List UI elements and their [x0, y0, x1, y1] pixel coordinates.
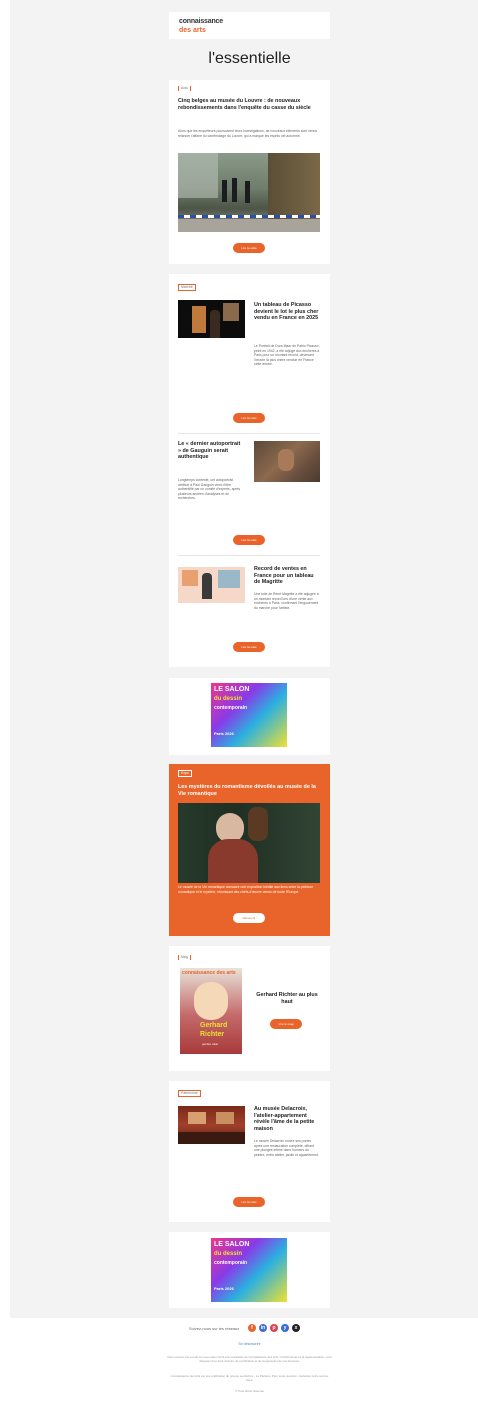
follow-label: Suivez-nous sur les réseaux	[189, 1326, 240, 1331]
unsubscribe-link[interactable]: Se désinscrire	[169, 1342, 330, 1346]
read-more-button[interactable]: Lire la suite	[233, 243, 265, 253]
ad-line4: Paris 2026	[214, 1286, 234, 1291]
romantic-painting-image[interactable]	[178, 803, 320, 883]
logo-line2: des arts	[179, 27, 206, 34]
read-more-button[interactable]: Lire la suite	[233, 1197, 265, 1207]
copyright-text: © Tous droits réservés	[235, 1389, 264, 1393]
pinterest-icon[interactable]: p	[270, 1324, 278, 1332]
youtube-icon[interactable]: y	[281, 1324, 289, 1332]
ad-line4: Paris 2026	[214, 731, 234, 736]
heritage-title[interactable]: Au musée Delacroix, l'atelier-appartemen…	[254, 1106, 320, 1132]
cover-title2: Richter	[200, 1031, 225, 1038]
heritage-text: Le musée Delacroix rouvre ses portes apr…	[254, 1139, 319, 1157]
read-more-button[interactable]: Lire la suite	[233, 535, 265, 545]
picasso-painting-photo[interactable]	[178, 300, 245, 338]
ad-line1: LE SALON	[214, 686, 250, 693]
read-mag-button[interactable]: Lire le mag	[270, 1019, 302, 1029]
market-item-title[interactable]: Record de ventes en France pour un table…	[254, 566, 320, 586]
magazine-title[interactable]: Gerhard Richter au plus haut	[254, 992, 320, 1005]
salon-dessin-ad[interactable]: LE SALON du dessin contemporain Paris 20…	[211, 683, 287, 747]
ad-line2: du dessin	[214, 696, 243, 702]
ad-line1: LE SALON	[214, 1241, 250, 1248]
read-more-button[interactable]: Lire la suite	[233, 642, 265, 652]
article-tag: Actu	[178, 86, 192, 91]
article-title[interactable]: Cinq belges au musée du Louvre : de nouv…	[178, 98, 320, 111]
louvre-police-photo[interactable]	[178, 153, 320, 232]
newsletter-title: l'essentielle	[208, 50, 291, 67]
linkedin-icon[interactable]: in	[259, 1324, 267, 1332]
cover-sub: peintre total	[202, 1042, 218, 1046]
magazine-tag: Mag	[178, 955, 191, 960]
discover-button[interactable]: Découvrir	[233, 913, 265, 923]
ad-line2: du dessin	[214, 1251, 243, 1257]
magritte-sale-photo[interactable]	[178, 567, 245, 603]
article-excerpt: Alors que les enquêteurs poursuivent leu…	[178, 129, 318, 138]
logo-line1: connaissance	[179, 18, 223, 25]
salon-dessin-ad[interactable]: LE SALON du dessin contemporain Paris 20…	[211, 1238, 287, 1302]
market-item-text: Une toile de René Magritte a été adjugée…	[254, 592, 319, 610]
x-icon[interactable]: x	[292, 1324, 300, 1332]
market-item-title[interactable]: Un tableau de Picasso devient le lot le …	[254, 302, 320, 322]
market-item-text: Longtemps contesté, cet autoportrait att…	[178, 478, 241, 501]
delacroix-atelier-photo[interactable]	[178, 1106, 245, 1144]
divider	[178, 555, 320, 556]
divider	[178, 433, 320, 434]
ad-line3: contemporain	[214, 1260, 248, 1266]
section-tag: Patrimoine	[178, 1090, 201, 1097]
feature-tag: Expo	[178, 770, 192, 777]
logo-header[interactable]: connaissance des arts	[169, 12, 330, 39]
legal-text: Connaissance des Arts est une publicatio…	[170, 1374, 329, 1382]
section-tag: Marché	[178, 284, 196, 291]
read-more-button[interactable]: Lire la suite	[233, 413, 265, 423]
ad-line3: contemporain	[214, 705, 248, 711]
market-item-text: Le Portrait de Dora Maar de Pablo Picass…	[254, 344, 320, 367]
facebook-icon[interactable]: f	[248, 1324, 256, 1332]
cover-brand: connaissance des arts	[182, 970, 236, 976]
magazine-cover[interactable]: connaissance des arts Gerhard Richter pe…	[180, 968, 242, 1054]
legal-text: Vous recevez cet e-mail car vous êtes in…	[167, 1355, 332, 1363]
gauguin-portrait-photo[interactable]	[254, 441, 320, 482]
market-item-title[interactable]: Le « dernier autoportrait » de Gauguin s…	[178, 441, 244, 461]
feature-text: Le musée de la Vie romantique consacre u…	[178, 885, 314, 894]
cover-title1: Gerhard	[200, 1022, 228, 1029]
feature-title[interactable]: Les mystères du romantisme dévoilés au m…	[178, 784, 320, 797]
